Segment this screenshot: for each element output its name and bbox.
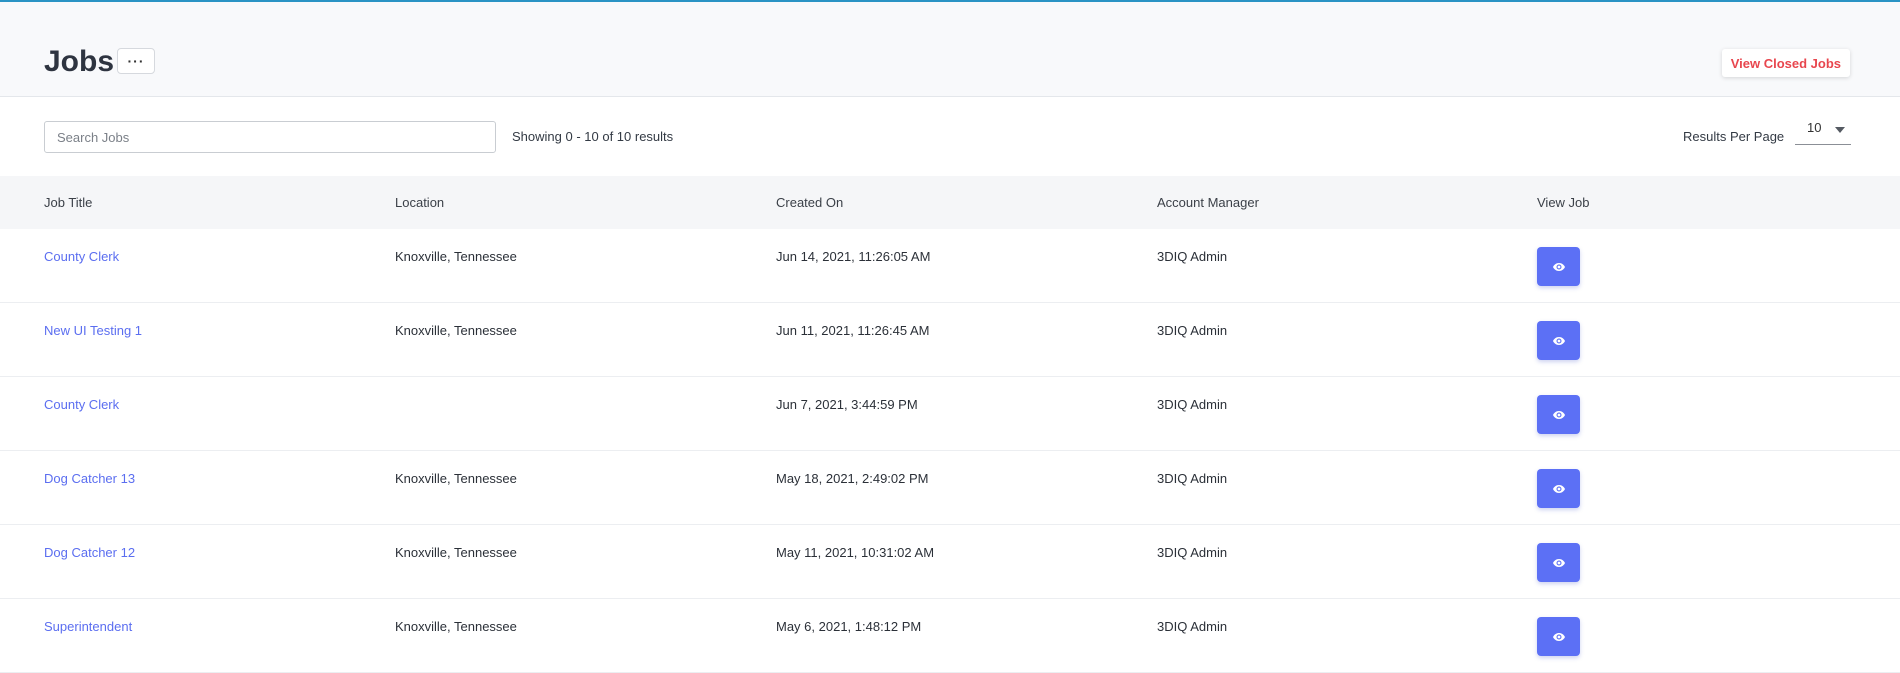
eye-icon	[1552, 484, 1565, 493]
results-per-page-select[interactable]: 10	[1795, 117, 1851, 145]
job-created-on: May 6, 2021, 1:48:12 PM	[776, 619, 922, 634]
view-job-button[interactable]	[1537, 395, 1580, 434]
column-header-created-on[interactable]: Created On	[776, 194, 843, 212]
column-header-job-title[interactable]: Job Title	[44, 194, 92, 212]
job-title-link[interactable]: County Clerk	[44, 248, 119, 266]
view-job-button[interactable]	[1537, 469, 1580, 508]
job-account-manager: 3DIQ Admin	[1157, 397, 1228, 412]
table-row: County Clerk Jun 7, 2021, 3:44:59 PM 3DI…	[0, 377, 1900, 451]
view-closed-jobs-button[interactable]: View Closed Jobs	[1721, 49, 1850, 77]
view-job-button[interactable]	[1537, 321, 1580, 360]
table-row: Superintendent Knoxville, Tennessee May …	[0, 599, 1900, 673]
page-header: Jobs ··· View Closed Jobs	[0, 2, 1900, 97]
job-title-link[interactable]: Superintendent	[44, 618, 132, 636]
eye-icon	[1552, 632, 1565, 641]
job-title-link[interactable]: Dog Catcher 13	[44, 470, 135, 488]
table-header: Job Title Location Created On Account Ma…	[0, 176, 1900, 229]
table-row: Dog Catcher 13 Knoxville, Tennessee May …	[0, 451, 1900, 525]
column-header-account-manager[interactable]: Account Manager	[1157, 194, 1259, 212]
table-row: Dog Catcher 12 Knoxville, Tennessee May …	[0, 525, 1900, 599]
eye-icon	[1552, 336, 1565, 345]
job-created-on: Jun 14, 2021, 11:26:05 AM	[776, 249, 931, 264]
job-account-manager: 3DIQ Admin	[1157, 323, 1228, 338]
table-row: New UI Testing 1 Knoxville, Tennessee Ju…	[0, 303, 1900, 377]
view-job-button[interactable]	[1537, 247, 1580, 286]
job-account-manager: 3DIQ Admin	[1157, 249, 1228, 264]
jobs-table-body: County Clerk Knoxville, Tennessee Jun 14…	[0, 229, 1900, 673]
view-job-button[interactable]	[1537, 617, 1580, 656]
more-options-button[interactable]: ···	[117, 48, 155, 74]
column-header-location[interactable]: Location	[395, 194, 444, 212]
results-per-page-value: 10	[1807, 120, 1822, 135]
caret-down-icon	[1835, 127, 1845, 133]
job-account-manager: 3DIQ Admin	[1157, 471, 1228, 486]
table-row: County Clerk Knoxville, Tennessee Jun 14…	[0, 229, 1900, 303]
results-count: Showing 0 - 10 of 10 results	[512, 129, 674, 144]
job-location: Knoxville, Tennessee	[395, 545, 517, 560]
job-account-manager: 3DIQ Admin	[1157, 545, 1228, 560]
column-header-view-job: View Job	[1537, 195, 1590, 210]
eye-icon	[1552, 558, 1565, 567]
eye-icon	[1552, 410, 1565, 419]
job-location: Knoxville, Tennessee	[395, 471, 517, 486]
job-created-on: May 18, 2021, 2:49:02 PM	[776, 471, 929, 486]
view-job-button[interactable]	[1537, 543, 1580, 582]
job-location: Knoxville, Tennessee	[395, 323, 517, 338]
job-title-link[interactable]: County Clerk	[44, 396, 119, 414]
page-title: Jobs	[44, 45, 115, 78]
job-location: Knoxville, Tennessee	[395, 619, 517, 634]
job-title-link[interactable]: New UI Testing 1	[44, 322, 142, 340]
eye-icon	[1552, 262, 1565, 271]
job-created-on: Jun 11, 2021, 11:26:45 AM	[776, 323, 930, 338]
job-title-link[interactable]: Dog Catcher 12	[44, 544, 135, 562]
job-created-on: Jun 7, 2021, 3:44:59 PM	[776, 397, 918, 412]
job-location: Knoxville, Tennessee	[395, 249, 517, 264]
job-account-manager: 3DIQ Admin	[1157, 619, 1228, 634]
job-created-on: May 11, 2021, 10:31:02 AM	[776, 545, 935, 560]
results-per-page-label: Results Per Page	[1683, 129, 1785, 144]
search-jobs-input[interactable]	[44, 121, 496, 153]
